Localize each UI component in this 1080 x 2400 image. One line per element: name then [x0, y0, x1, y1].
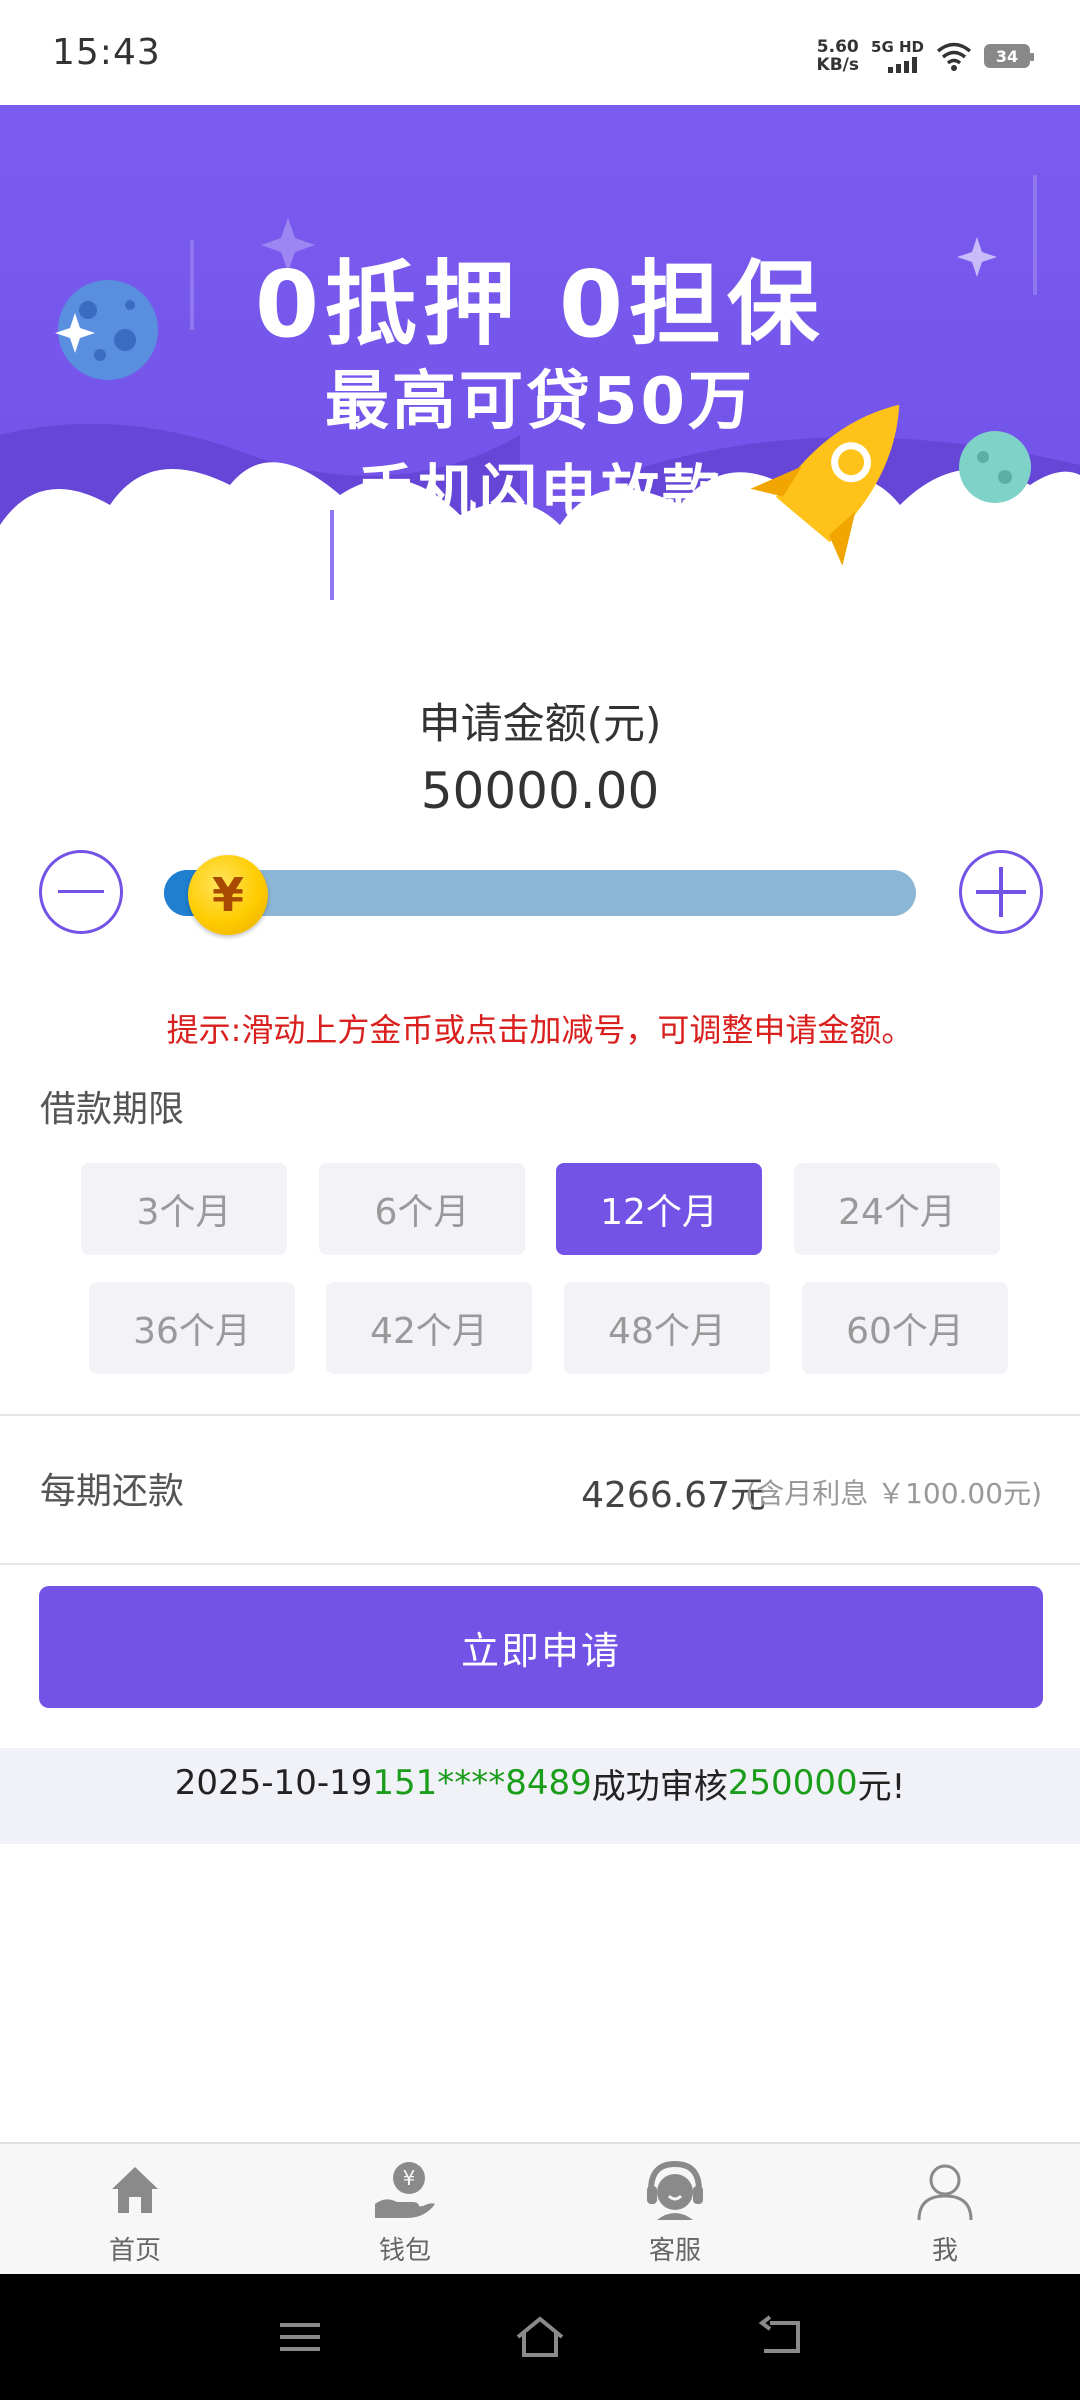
- term-title: 借款期限: [40, 1089, 185, 1130]
- customer-service-icon: [643, 2158, 707, 2222]
- tab-home-label: 首页: [108, 2236, 161, 2266]
- term-option-48[interactable]: 48个月: [564, 1282, 770, 1374]
- banner-headline: 0抵押 0担保: [254, 251, 826, 358]
- payment-interest: (含月利息 ￥100.00元): [745, 1477, 1042, 1510]
- net-speed-value: 5.60: [816, 37, 859, 57]
- tab-customer-service-label: 客服: [648, 2236, 701, 2266]
- home-nav-button[interactable]: [510, 2307, 570, 2367]
- tab-me-label: 我: [931, 2236, 958, 2266]
- tab-home[interactable]: 首页: [0, 2144, 270, 2274]
- divider: [0, 1414, 1080, 1416]
- minus-icon: [58, 890, 104, 893]
- amount-tip: 提示:滑动上方金币或点击加减号，可调整申请金额。: [166, 1011, 914, 1049]
- promo-banner: 0抵押 0担保 最高可贷50万 手机闪电放款: [0, 105, 1080, 635]
- menu-icon: [280, 2323, 320, 2351]
- plus-icon: [976, 867, 1026, 917]
- notice-amount: 250000: [727, 1763, 858, 1803]
- decrease-amount-button[interactable]: [39, 850, 123, 934]
- net-speed: 5.60 KB/s: [817, 38, 859, 74]
- wifi-icon: [936, 42, 972, 71]
- term-option-60[interactable]: 60个月: [802, 1282, 1008, 1374]
- svg-text:¥: ¥: [403, 2166, 416, 2190]
- home-outline-icon: [516, 2316, 564, 2357]
- term-option-6[interactable]: 6个月: [319, 1163, 525, 1255]
- menu-nav-button[interactable]: [270, 2307, 330, 2367]
- status-time: 15:43: [52, 32, 161, 73]
- banner-subheadline: 最高可贷50万: [324, 365, 756, 439]
- amount-title: 申请金额(元): [418, 699, 662, 748]
- term-option-36[interactable]: 36个月: [89, 1282, 295, 1374]
- tab-customer-service[interactable]: 客服: [540, 2144, 810, 2274]
- notice-phone: 151****8489: [372, 1763, 592, 1803]
- system-nav-bar: [0, 2274, 1080, 2400]
- back-nav-button[interactable]: [750, 2307, 810, 2367]
- bottom-tab-bar: 首页 ¥ 钱包 客服 我: [0, 2142, 1080, 2274]
- term-option-3[interactable]: 3个月: [81, 1163, 287, 1255]
- slider-coin-handle[interactable]: ¥: [188, 855, 268, 935]
- amount-slider[interactable]: [164, 870, 916, 916]
- home-icon: [103, 2158, 167, 2222]
- payment-value: 4266.67元: [581, 1475, 766, 1516]
- amount-value: 50000.00: [420, 762, 660, 820]
- divider: [0, 1563, 1080, 1565]
- tab-wallet[interactable]: ¥ 钱包: [270, 2144, 540, 2274]
- signal-label: 5G HD: [871, 38, 924, 56]
- signal-bars-icon: [888, 57, 917, 73]
- tab-wallet-label: 钱包: [378, 2236, 431, 2266]
- banner-tagline: 手机闪电放款: [356, 458, 723, 526]
- signal: 5G HD: [871, 39, 924, 73]
- apply-now-button[interactable]: 立即申请: [39, 1586, 1043, 1708]
- status-bar: 15:43 5.60 KB/s 5G HD 34: [0, 0, 1080, 105]
- notice-suffix: 元!: [857, 1766, 906, 1807]
- payment-label: 每期还款: [40, 1471, 185, 1512]
- notice-action: 成功审核: [591, 1766, 728, 1807]
- term-option-42[interactable]: 42个月: [326, 1282, 532, 1374]
- term-option-24[interactable]: 24个月: [794, 1163, 1000, 1255]
- term-option-12[interactable]: 12个月: [556, 1163, 762, 1255]
- notice-bar: 2025-10-19 151****8489 成功审核 250000 元!: [0, 1748, 1080, 1844]
- wallet-icon: ¥: [373, 2158, 437, 2222]
- notice-date: 2025-10-19: [174, 1763, 373, 1803]
- notice-text: 2025-10-19 151****8489 成功审核 250000 元!: [0, 1748, 1080, 1818]
- user-icon: [913, 2158, 977, 2222]
- tab-me[interactable]: 我: [810, 2144, 1080, 2274]
- back-icon: [758, 2315, 800, 2353]
- increase-amount-button[interactable]: [959, 850, 1043, 934]
- battery-icon: 34: [984, 44, 1034, 68]
- status-icons: 5.60 KB/s 5G HD 34: [817, 36, 1034, 76]
- net-speed-unit: KB/s: [816, 55, 860, 75]
